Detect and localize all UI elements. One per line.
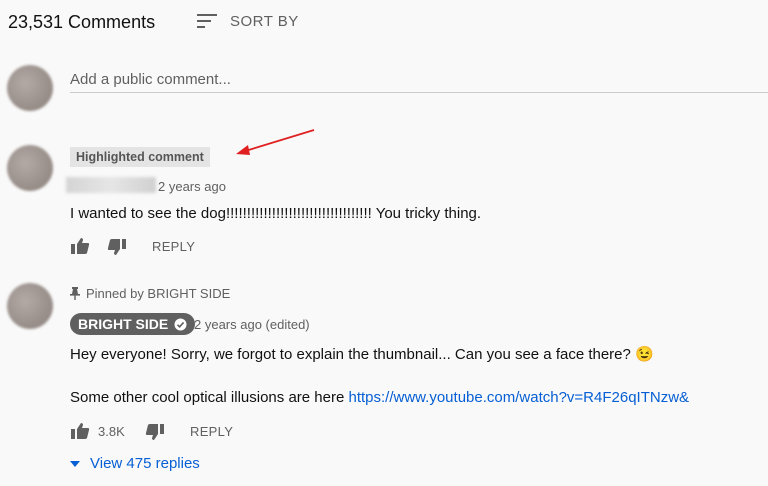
red-arrow-annotation (236, 129, 315, 155)
view-replies-label: View 475 replies (90, 455, 200, 472)
comment-text: I wanted to see the dog!!!!!!!!!!!!!!!!!… (70, 205, 482, 222)
commenter-name-blurred (66, 177, 156, 193)
thumbs-up-icon[interactable] (70, 422, 90, 440)
highlighted-comment-badge: Highlighted comment (70, 147, 210, 167)
comments-count: 23,531 Comments (8, 12, 156, 32)
comment-timestamp: 2 years ago (158, 179, 226, 194)
sort-by-button[interactable]: SORT BY (196, 12, 299, 30)
pinned-indicator: Pinned by BRIGHT SIDE (70, 286, 230, 301)
pinned-comment-timestamp: 2 years ago (edited) (194, 317, 310, 332)
thumbs-down-icon[interactable] (107, 238, 127, 256)
thumbs-up-icon[interactable] (70, 237, 90, 255)
view-replies-button[interactable]: View 475 replies (70, 455, 200, 472)
commenter-avatar (7, 145, 53, 191)
reply-button[interactable]: REPLY (190, 424, 233, 439)
sort-by-label: SORT BY (230, 12, 299, 30)
video-link[interactable]: https://www.youtube.com/watch?v=R4F26qIT… (348, 389, 689, 406)
user-avatar (7, 65, 53, 111)
channel-name-chip[interactable]: BRIGHT SIDE (70, 313, 196, 335)
verified-check-icon (174, 318, 187, 331)
channel-avatar (7, 283, 53, 329)
caret-down-icon (70, 460, 80, 467)
like-count: 3.8K (98, 424, 125, 439)
thumbs-down-icon[interactable] (145, 423, 165, 441)
pinned-comment-text: Some other cool optical illusions are he… (70, 389, 349, 406)
pin-icon (70, 287, 80, 300)
add-comment-input[interactable] (70, 66, 768, 93)
pinned-comment-line2: Some other cool optical illusions are he… (70, 389, 689, 406)
sort-icon (196, 12, 218, 30)
pinned-label: Pinned by BRIGHT SIDE (86, 286, 231, 301)
reply-button[interactable]: REPLY (152, 239, 195, 254)
channel-name: BRIGHT SIDE (78, 316, 169, 332)
pinned-comment-line1: Hey everyone! Sorry, we forgot to explai… (70, 346, 654, 363)
